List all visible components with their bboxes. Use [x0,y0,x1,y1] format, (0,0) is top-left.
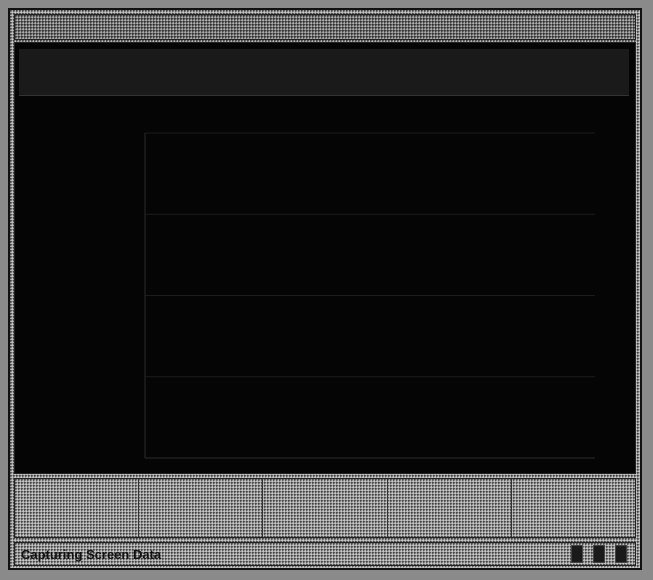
legend-cell-5[interactable] [512,479,635,537]
app-window: Capturing Screen Data [8,8,642,570]
legend-cell-4[interactable] [388,479,512,537]
legend-cell-1[interactable] [15,479,140,537]
display-screen [14,42,636,474]
bar-chart [144,132,595,459]
legend-cell-3[interactable] [263,479,388,537]
legend-cell-2[interactable] [139,479,264,537]
indicator-icon-1 [571,545,583,563]
indicator-icon-2 [593,545,605,563]
status-icons [571,545,627,563]
status-text: Capturing Screen Data [21,547,162,562]
indicator-icon-3 [615,545,627,563]
title-bar[interactable] [14,14,636,40]
legend-bar [14,478,636,538]
status-bar: Capturing Screen Data [14,542,636,566]
